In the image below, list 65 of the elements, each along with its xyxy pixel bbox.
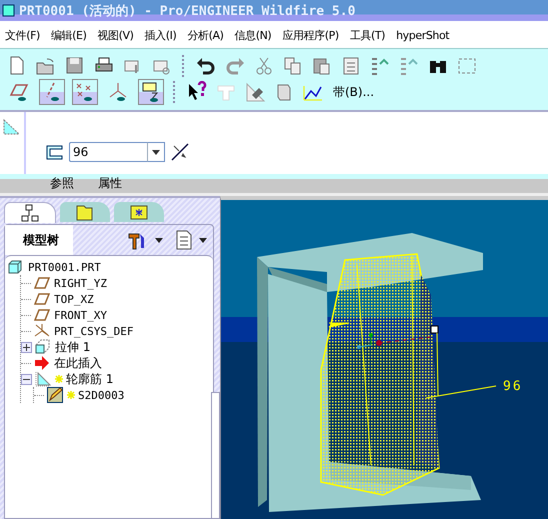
tree-item[interactable]: S2D0003 — [78, 388, 124, 402]
hierarchy-icon — [21, 204, 39, 222]
scrollbar[interactable] — [211, 392, 220, 519]
navigator-tab[interactable] — [114, 202, 164, 222]
flip-icon[interactable] — [171, 143, 189, 161]
drag-handle[interactable] — [430, 326, 438, 334]
tree-item[interactable]: RIGHT_YZ — [54, 276, 107, 290]
dimension-value[interactable]: 96 — [503, 379, 523, 394]
annotation-display-toggle[interactable] — [138, 79, 164, 105]
window-title: PRT0001 (活动的) - Pro/ENGINEER Wildfire 5.0 — [19, 2, 356, 20]
regenerate-icon[interactable] — [369, 55, 391, 77]
folders-icon — [76, 203, 94, 221]
tree-item[interactable]: 拉伸 1 — [55, 338, 90, 356]
direction-arrow[interactable] — [328, 322, 350, 328]
dropdown-arrow-icon — [152, 150, 160, 154]
menu-item[interactable]: hyperShot — [395, 28, 450, 42]
tree-item[interactable]: PRT_CSYS_DEF — [54, 324, 134, 338]
thickness-field[interactable]: 96 — [69, 142, 147, 162]
axis-display-toggle[interactable] — [39, 79, 65, 105]
point-display-toggle[interactable] — [72, 79, 98, 105]
tree-item[interactable]: 轮廓筋 1 — [66, 370, 114, 388]
plane-icon — [34, 307, 51, 323]
menu-item[interactable]: 信息(N) — [234, 28, 272, 42]
rib-icon[interactable] — [3, 118, 21, 136]
menu-item[interactable]: 插入(I) — [144, 28, 178, 42]
extrude-icon — [35, 339, 52, 355]
collapse-toggle[interactable] — [21, 374, 32, 384]
plus-icon — [23, 344, 30, 350]
dropdown-button[interactable] — [147, 142, 165, 162]
menu-item[interactable]: 编辑(E) — [50, 28, 88, 42]
navigator-tab[interactable] — [4, 202, 56, 223]
menu-item[interactable]: 分析(A) — [186, 28, 225, 42]
app-icon — [2, 4, 15, 17]
leader-line — [426, 332, 496, 398]
panel-title: 模型树 — [23, 232, 59, 248]
dropdown-arrow-icon[interactable] — [155, 238, 163, 242]
thickness-icon — [46, 144, 63, 160]
dashboard-tab[interactable]: 参照 — [48, 175, 76, 193]
regenerate-list-icon[interactable] — [398, 55, 420, 77]
insert-icon — [34, 355, 51, 371]
sketch-icon — [47, 387, 64, 403]
menu-item[interactable]: 视图(V) — [96, 28, 135, 42]
redo-icon[interactable] — [224, 55, 246, 77]
menu-item[interactable]: 工具(T) — [348, 28, 386, 42]
band-button[interactable]: 带(B)... — [331, 84, 376, 100]
rib-preview[interactable] — [320, 253, 440, 496]
plane-icon — [34, 275, 51, 291]
csys-display-icon — [107, 81, 129, 103]
dashboard-tab[interactable]: 属性 — [96, 175, 124, 193]
expand-toggle[interactable] — [21, 342, 32, 352]
dimension-line — [378, 336, 432, 344]
menu-item[interactable]: 文件(F) — [4, 28, 41, 42]
navigator-tab[interactable] — [60, 202, 110, 222]
tree-item[interactable]: TOP_XZ — [54, 292, 94, 306]
tree-item[interactable]: PRT0001.PRT — [28, 260, 101, 274]
plane-icon — [34, 291, 51, 307]
list-settings-icon[interactable] — [175, 230, 193, 250]
coordinate-triad — [357, 333, 382, 349]
tree-item[interactable]: FRONT_XY — [54, 308, 107, 322]
rib-icon — [35, 371, 52, 387]
csys-icon — [34, 323, 51, 339]
tree-item[interactable]: 在此插入 — [54, 354, 102, 372]
help-pointer-icon[interactable] — [186, 81, 208, 103]
menu-item[interactable]: 应用程序(P) — [281, 28, 340, 42]
dropdown-arrow-icon[interactable] — [199, 238, 207, 242]
